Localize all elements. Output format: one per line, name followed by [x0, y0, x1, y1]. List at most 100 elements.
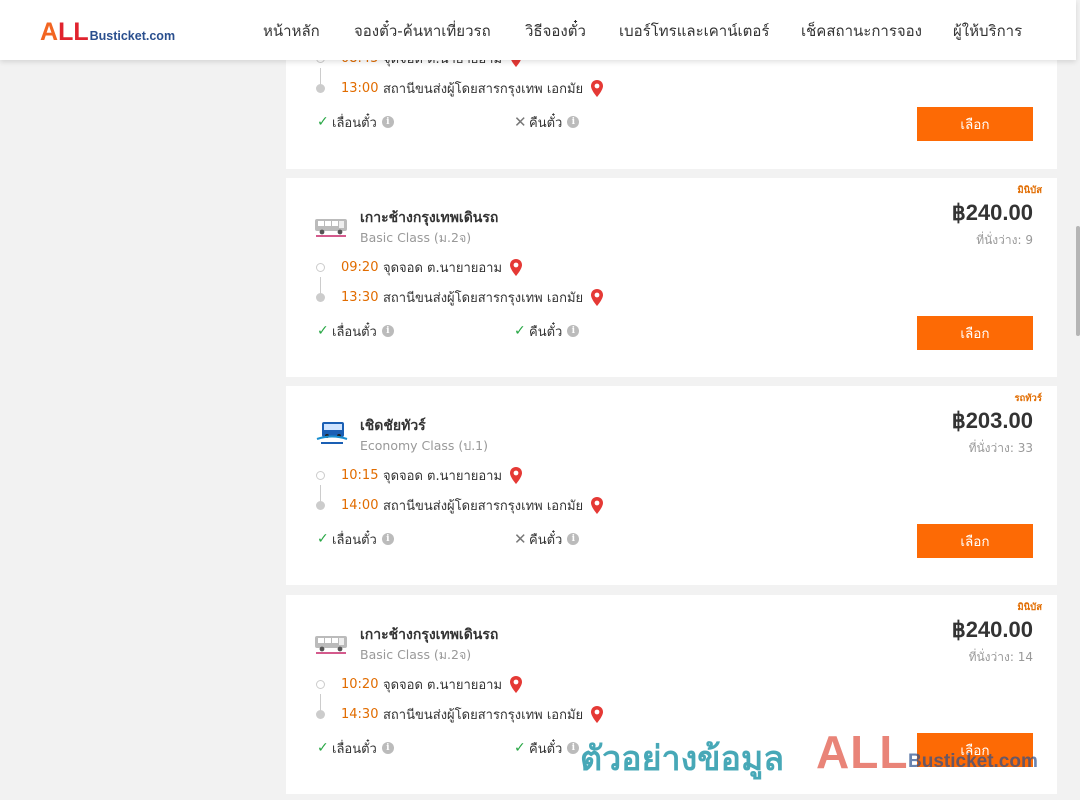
- reschedule-option: ✓ เลื่อนตั๋ว i: [317, 530, 394, 548]
- nav-operators[interactable]: ผู้ให้บริการ: [953, 19, 1022, 43]
- nav-home[interactable]: หน้าหลัก: [263, 19, 320, 43]
- vehicle-type-badge: มินิบัส: [1017, 602, 1042, 613]
- departure-dot: [316, 679, 325, 689]
- departure-time: 10:20: [341, 676, 379, 692]
- ticket-price: ฿240.00: [951, 200, 1033, 225]
- seats-available: ที่นั่งว่าง: 9: [976, 233, 1033, 247]
- cross-icon: ✕: [514, 113, 527, 131]
- main-nav: หน้าหลัก จองตั๋ว-ค้นหาเที่ยวรถ วิธีจองตั…: [0, 19, 1076, 43]
- arrival-dot: [316, 709, 325, 719]
- info-icon[interactable]: i: [381, 116, 394, 128]
- vehicle-type-badge: มินิบัส: [1017, 185, 1042, 196]
- select-trip-button[interactable]: เลือก: [917, 316, 1033, 350]
- refund-option: ✕ คืนตั๋ว i: [514, 530, 580, 548]
- arrival-place: สถานีขนส่งผู้โดยสารกรุงเทพ เอกมัย: [383, 81, 584, 97]
- check-icon: ✓: [514, 740, 526, 756]
- cross-icon: ✕: [514, 530, 527, 548]
- arrival-place: สถานีขนส่งผู้โดยสารกรุงเทพ เอกมัย: [383, 498, 584, 514]
- departure-stop: 09:20 จุดจอด ต.นายายอาม: [316, 257, 523, 277]
- arrival-time: 14:00: [341, 497, 379, 513]
- arrival-stop: 13:00 สถานีขนส่งผู้โดยสารกรุงเทพ เอกมัย: [316, 78, 604, 98]
- reschedule-option: ✓ เลื่อนตั๋ว i: [317, 113, 394, 131]
- service-class: Basic Class (ม.2จ): [360, 230, 472, 245]
- departure-time: 10:15: [341, 467, 379, 483]
- arrival-stop: 13:30 สถานีขนส่งผู้โดยสารกรุงเทพ เอกมัย: [316, 287, 604, 307]
- select-trip-button[interactable]: เลือก: [917, 733, 1033, 767]
- arrival-time: 13:30: [341, 289, 379, 305]
- select-trip-button[interactable]: เลือก: [917, 107, 1033, 141]
- map-pin-icon[interactable]: [509, 466, 523, 484]
- refund-label: คืนตั๋ว: [529, 115, 563, 131]
- scrollbar-thumb[interactable]: [1076, 226, 1080, 336]
- refund-option: ✓ คืนตั๋ว i: [514, 739, 580, 757]
- trip-card: มินิบัส เกาะช้างกรุงเทพเดินรถ Basic Clas…: [286, 178, 1057, 377]
- info-icon[interactable]: i: [381, 325, 394, 337]
- select-trip-button[interactable]: เลือก: [917, 524, 1033, 558]
- map-pin-icon[interactable]: [590, 79, 604, 97]
- refund-label: คืนตั๋ว: [529, 741, 563, 757]
- reschedule-option: ✓ เลื่อนตั๋ว i: [317, 739, 394, 757]
- arrival-stop: 14:30 สถานีขนส่งผู้โดยสารกรุงเทพ เอกมัย: [316, 704, 604, 724]
- reschedule-label: เลื่อนตั๋ว: [332, 115, 377, 131]
- ticket-price: ฿240.00: [951, 617, 1033, 642]
- reschedule-label: เลื่อนตั๋ว: [332, 324, 377, 340]
- ticket-price: ฿203.00: [951, 408, 1033, 433]
- map-pin-icon[interactable]: [509, 258, 523, 276]
- nav-booking-status[interactable]: เช็คสถานะการจอง: [801, 19, 922, 43]
- trip-card: รถทัวร์ เชิดชัยทัวร์ Economy Class (ป.1)…: [286, 386, 1057, 585]
- nav-phone-counters[interactable]: เบอร์โทรและเคาน์เตอร์: [619, 19, 769, 43]
- info-icon[interactable]: i: [567, 533, 580, 545]
- check-icon: ✓: [317, 531, 329, 547]
- info-icon[interactable]: i: [567, 742, 580, 754]
- departure-place: จุดจอด ต.นายายอาม: [383, 260, 503, 276]
- nav-how-to-book[interactable]: วิธีจองตั๋ว: [525, 19, 586, 43]
- arrival-dot: [316, 292, 325, 302]
- map-pin-icon[interactable]: [590, 288, 604, 306]
- arrival-place: สถานีขนส่งผู้โดยสารกรุงเทพ เอกมัย: [383, 707, 584, 723]
- refund-option: ✓ คืนตั๋ว i: [514, 322, 580, 340]
- departure-dot: [316, 470, 325, 480]
- arrival-stop: 14:00 สถานีขนส่งผู้โดยสารกรุงเทพ เอกมัย: [316, 495, 604, 515]
- arrival-place: สถานีขนส่งผู้โดยสารกรุงเทพ เอกมัย: [383, 290, 584, 306]
- departure-stop: 10:15 จุดจอด ต.นายายอาม: [316, 465, 523, 485]
- seats-available: ที่นั่งว่าง: 14: [968, 650, 1033, 664]
- operator-logo-bus-icon: [315, 219, 347, 237]
- service-class: Economy Class (ป.1): [360, 438, 489, 453]
- check-icon: ✓: [317, 740, 329, 756]
- arrival-dot: [316, 500, 325, 510]
- operator-logo-bus-icon: [315, 636, 347, 654]
- departure-place: จุดจอด ต.นายายอาม: [383, 677, 503, 693]
- nav-book-search[interactable]: จองตั๋ว-ค้นหาเที่ยวรถ: [354, 19, 491, 43]
- info-icon[interactable]: i: [381, 533, 394, 545]
- departure-dot: [316, 262, 325, 272]
- check-icon: ✓: [317, 323, 329, 339]
- arrival-time: 14:30: [341, 706, 379, 722]
- operator-name: เกาะช้างกรุงเทพเดินรถ: [360, 210, 499, 226]
- reschedule-option: ✓ เลื่อนตั๋ว i: [317, 322, 394, 340]
- check-icon: ✓: [317, 114, 329, 130]
- map-pin-icon[interactable]: [590, 705, 604, 723]
- refund-option: ✕ คืนตั๋ว i: [514, 113, 580, 131]
- departure-time: 09:20: [341, 259, 379, 275]
- operator-logo-bus-icon: [316, 422, 348, 444]
- info-icon[interactable]: i: [567, 116, 580, 128]
- top-navbar: ALL Busticket.com หน้าหลัก จองตั๋ว-ค้นหา…: [0, 0, 1076, 60]
- page-scrollbar[interactable]: [1076, 0, 1080, 800]
- arrival-dot: [316, 83, 325, 93]
- operator-name: เกาะช้างกรุงเทพเดินรถ: [360, 627, 499, 643]
- operator-name: เชิดชัยทัวร์: [360, 418, 426, 434]
- seats-available: ที่นั่งว่าง: 33: [968, 441, 1033, 455]
- reschedule-label: เลื่อนตั๋ว: [332, 741, 377, 757]
- refund-label: คืนตั๋ว: [529, 532, 563, 548]
- check-icon: ✓: [514, 323, 526, 339]
- map-pin-icon[interactable]: [590, 496, 604, 514]
- service-class: Basic Class (ม.2จ): [360, 647, 472, 662]
- vehicle-type-badge: รถทัวร์: [1014, 393, 1042, 404]
- trip-card: มินิบัส เกาะช้างกรุงเทพเดินรถ Basic Clas…: [286, 595, 1057, 794]
- departure-stop: 10:20 จุดจอด ต.นายายอาม: [316, 674, 523, 694]
- map-pin-icon[interactable]: [509, 675, 523, 693]
- arrival-time: 13:00: [341, 80, 379, 96]
- info-icon[interactable]: i: [381, 742, 394, 754]
- info-icon[interactable]: i: [567, 325, 580, 337]
- departure-place: จุดจอด ต.นายายอาม: [383, 468, 503, 484]
